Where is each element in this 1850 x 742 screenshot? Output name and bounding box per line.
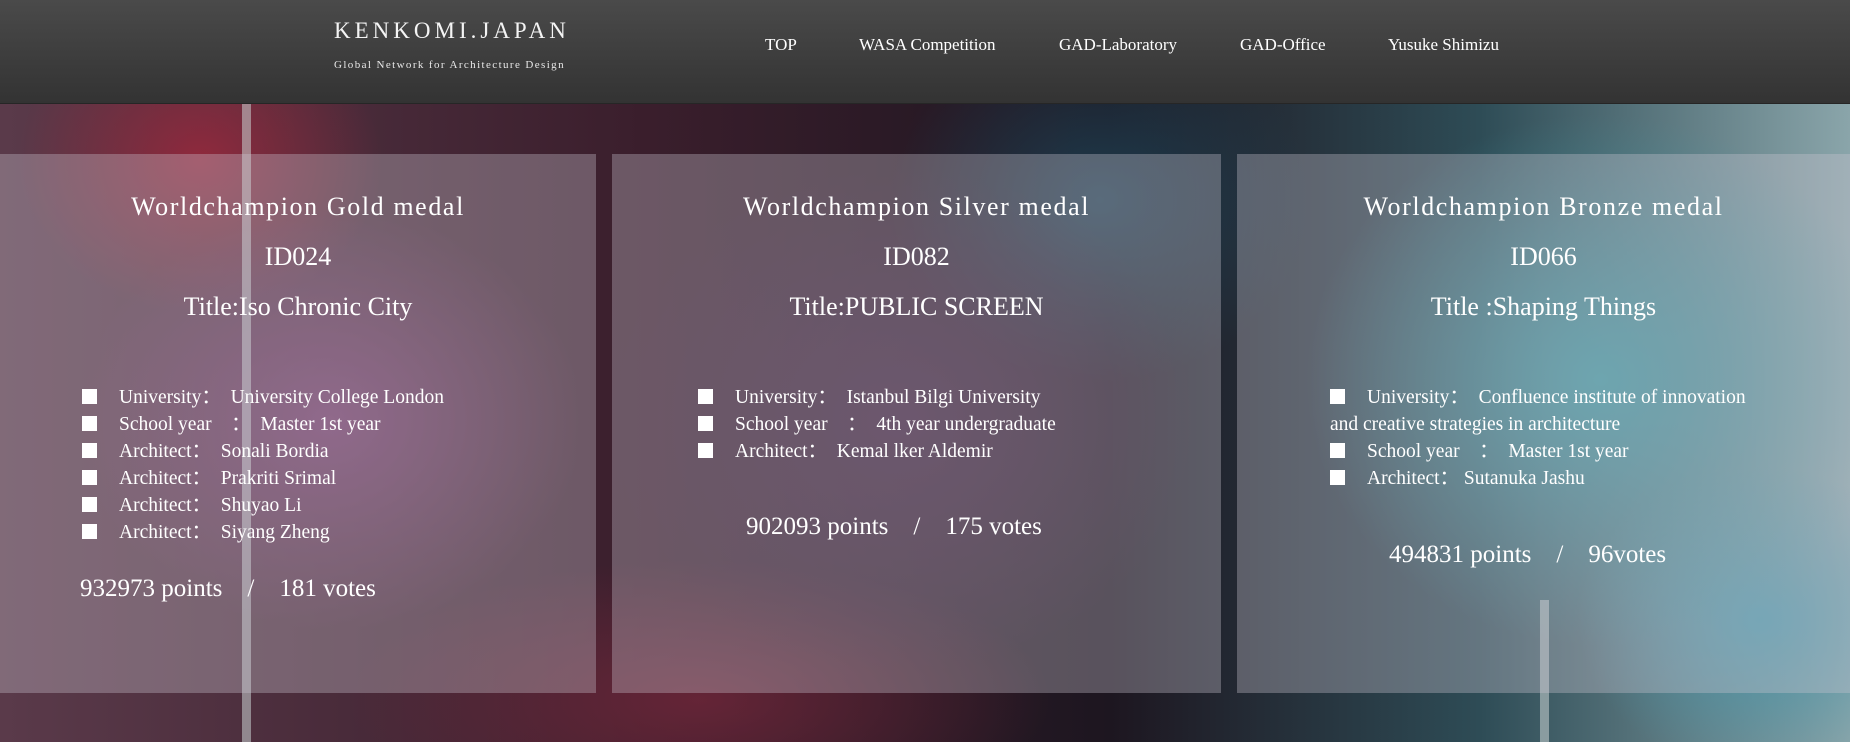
detail-item: Architect： Sutanuka Jashu — [1330, 465, 1760, 492]
detail-item: University： University College London — [82, 384, 444, 411]
entry-title: Title:PUBLIC SCREEN — [789, 292, 1044, 321]
detail-item: Architect： Sonali Bordia — [82, 438, 444, 465]
detail-text: University： Istanbul Bilgi University — [735, 387, 1041, 408]
detail-text: Architect： Sutanuka Jashu — [1367, 468, 1585, 489]
entry-details-list: University： University College London Sc… — [82, 384, 444, 546]
score-and-votes: 932973 points / 181 votes — [80, 575, 376, 602]
detail-item: School year ： Master 1st year — [82, 411, 444, 438]
bullet-square-icon — [82, 470, 97, 485]
detail-item: University： Istanbul Bilgi University — [698, 384, 1056, 411]
bullet-square-icon — [82, 416, 97, 431]
detail-text: University： University College London — [119, 387, 444, 408]
bullet-square-icon — [1330, 389, 1345, 404]
detail-text: School year ： 4th year undergraduate — [735, 414, 1056, 435]
bullet-square-icon — [1330, 470, 1345, 485]
bullet-square-icon — [698, 416, 713, 431]
detail-text: University： Confluence institute of inno… — [1330, 387, 1746, 435]
nav-item-gad-office[interactable]: GAD-Office — [1240, 35, 1326, 55]
detail-text: Architect： Kemal lker Aldemir — [735, 441, 993, 462]
nav-item-gad-laboratory[interactable]: GAD-Laboratory — [1059, 35, 1177, 55]
detail-item: Architect： Kemal lker Aldemir — [698, 438, 1056, 465]
detail-text: Architect： Prakriti Srimal — [119, 468, 337, 489]
entry-details-list: University： Istanbul Bilgi University Sc… — [698, 384, 1056, 465]
bullet-square-icon — [82, 524, 97, 539]
entry-title: Title:Iso Chronic City — [183, 292, 413, 321]
detail-item: School year ： Master 1st year — [1330, 438, 1760, 465]
bullet-square-icon — [82, 497, 97, 512]
entry-details-list: University： Confluence institute of inno… — [1330, 384, 1760, 492]
detail-item: University： Confluence institute of inno… — [1330, 384, 1760, 438]
detail-text: Architect： Siyang Zheng — [119, 522, 330, 543]
bullet-square-icon — [82, 443, 97, 458]
entry-title: Title :Shaping Things — [1430, 292, 1657, 321]
bullet-square-icon — [82, 389, 97, 404]
medal-heading: Worldchampion Gold medal — [131, 192, 465, 221]
bullet-square-icon — [698, 389, 713, 404]
gold-medal-panel: Worldchampion Gold medal ID024 Title:Iso… — [0, 154, 596, 693]
bullet-square-icon — [698, 443, 713, 458]
detail-item: School year ： 4th year undergraduate — [698, 411, 1056, 438]
bullet-square-icon — [1330, 443, 1345, 458]
site-logo-subtitle: Global Network for Architecture Design — [334, 59, 565, 71]
detail-text: School year ： Master 1st year — [1367, 441, 1629, 462]
medal-heading: Worldchampion Bronze medal — [1363, 192, 1724, 221]
nav-item-wasa-competition[interactable]: WASA Competition — [859, 35, 995, 55]
detail-text: Architect： Sonali Bordia — [119, 441, 329, 462]
entry-id: ID082 — [883, 242, 950, 271]
score-and-votes: 494831 points / 96votes — [1389, 541, 1667, 568]
detail-text: Architect： Shuyao Li — [119, 495, 302, 516]
detail-text: School year ： Master 1st year — [119, 414, 381, 435]
site-logo-title[interactable]: KENKOMI.JAPAN — [334, 18, 570, 44]
silver-medal-panel: Worldchampion Silver medal ID082 Title:P… — [612, 154, 1221, 693]
entry-id: ID024 — [264, 242, 332, 271]
detail-item: Architect： Shuyao Li — [82, 492, 444, 519]
nav-item-yusuke-shimizu[interactable]: Yusuke Shimizu — [1388, 35, 1499, 55]
score-and-votes: 902093 points / 175 votes — [746, 513, 1042, 540]
detail-item: Architect： Siyang Zheng — [82, 519, 444, 546]
nav-item-top[interactable]: TOP — [765, 35, 797, 55]
medal-heading: Worldchampion Silver medal — [742, 192, 1091, 221]
site-header: KENKOMI.JAPAN Global Network for Archite… — [0, 0, 1850, 104]
detail-item: Architect： Prakriti Srimal — [82, 465, 444, 492]
entry-id: ID066 — [1510, 242, 1577, 271]
bronze-medal-panel: Worldchampion Bronze medal ID066 Title :… — [1237, 154, 1850, 693]
